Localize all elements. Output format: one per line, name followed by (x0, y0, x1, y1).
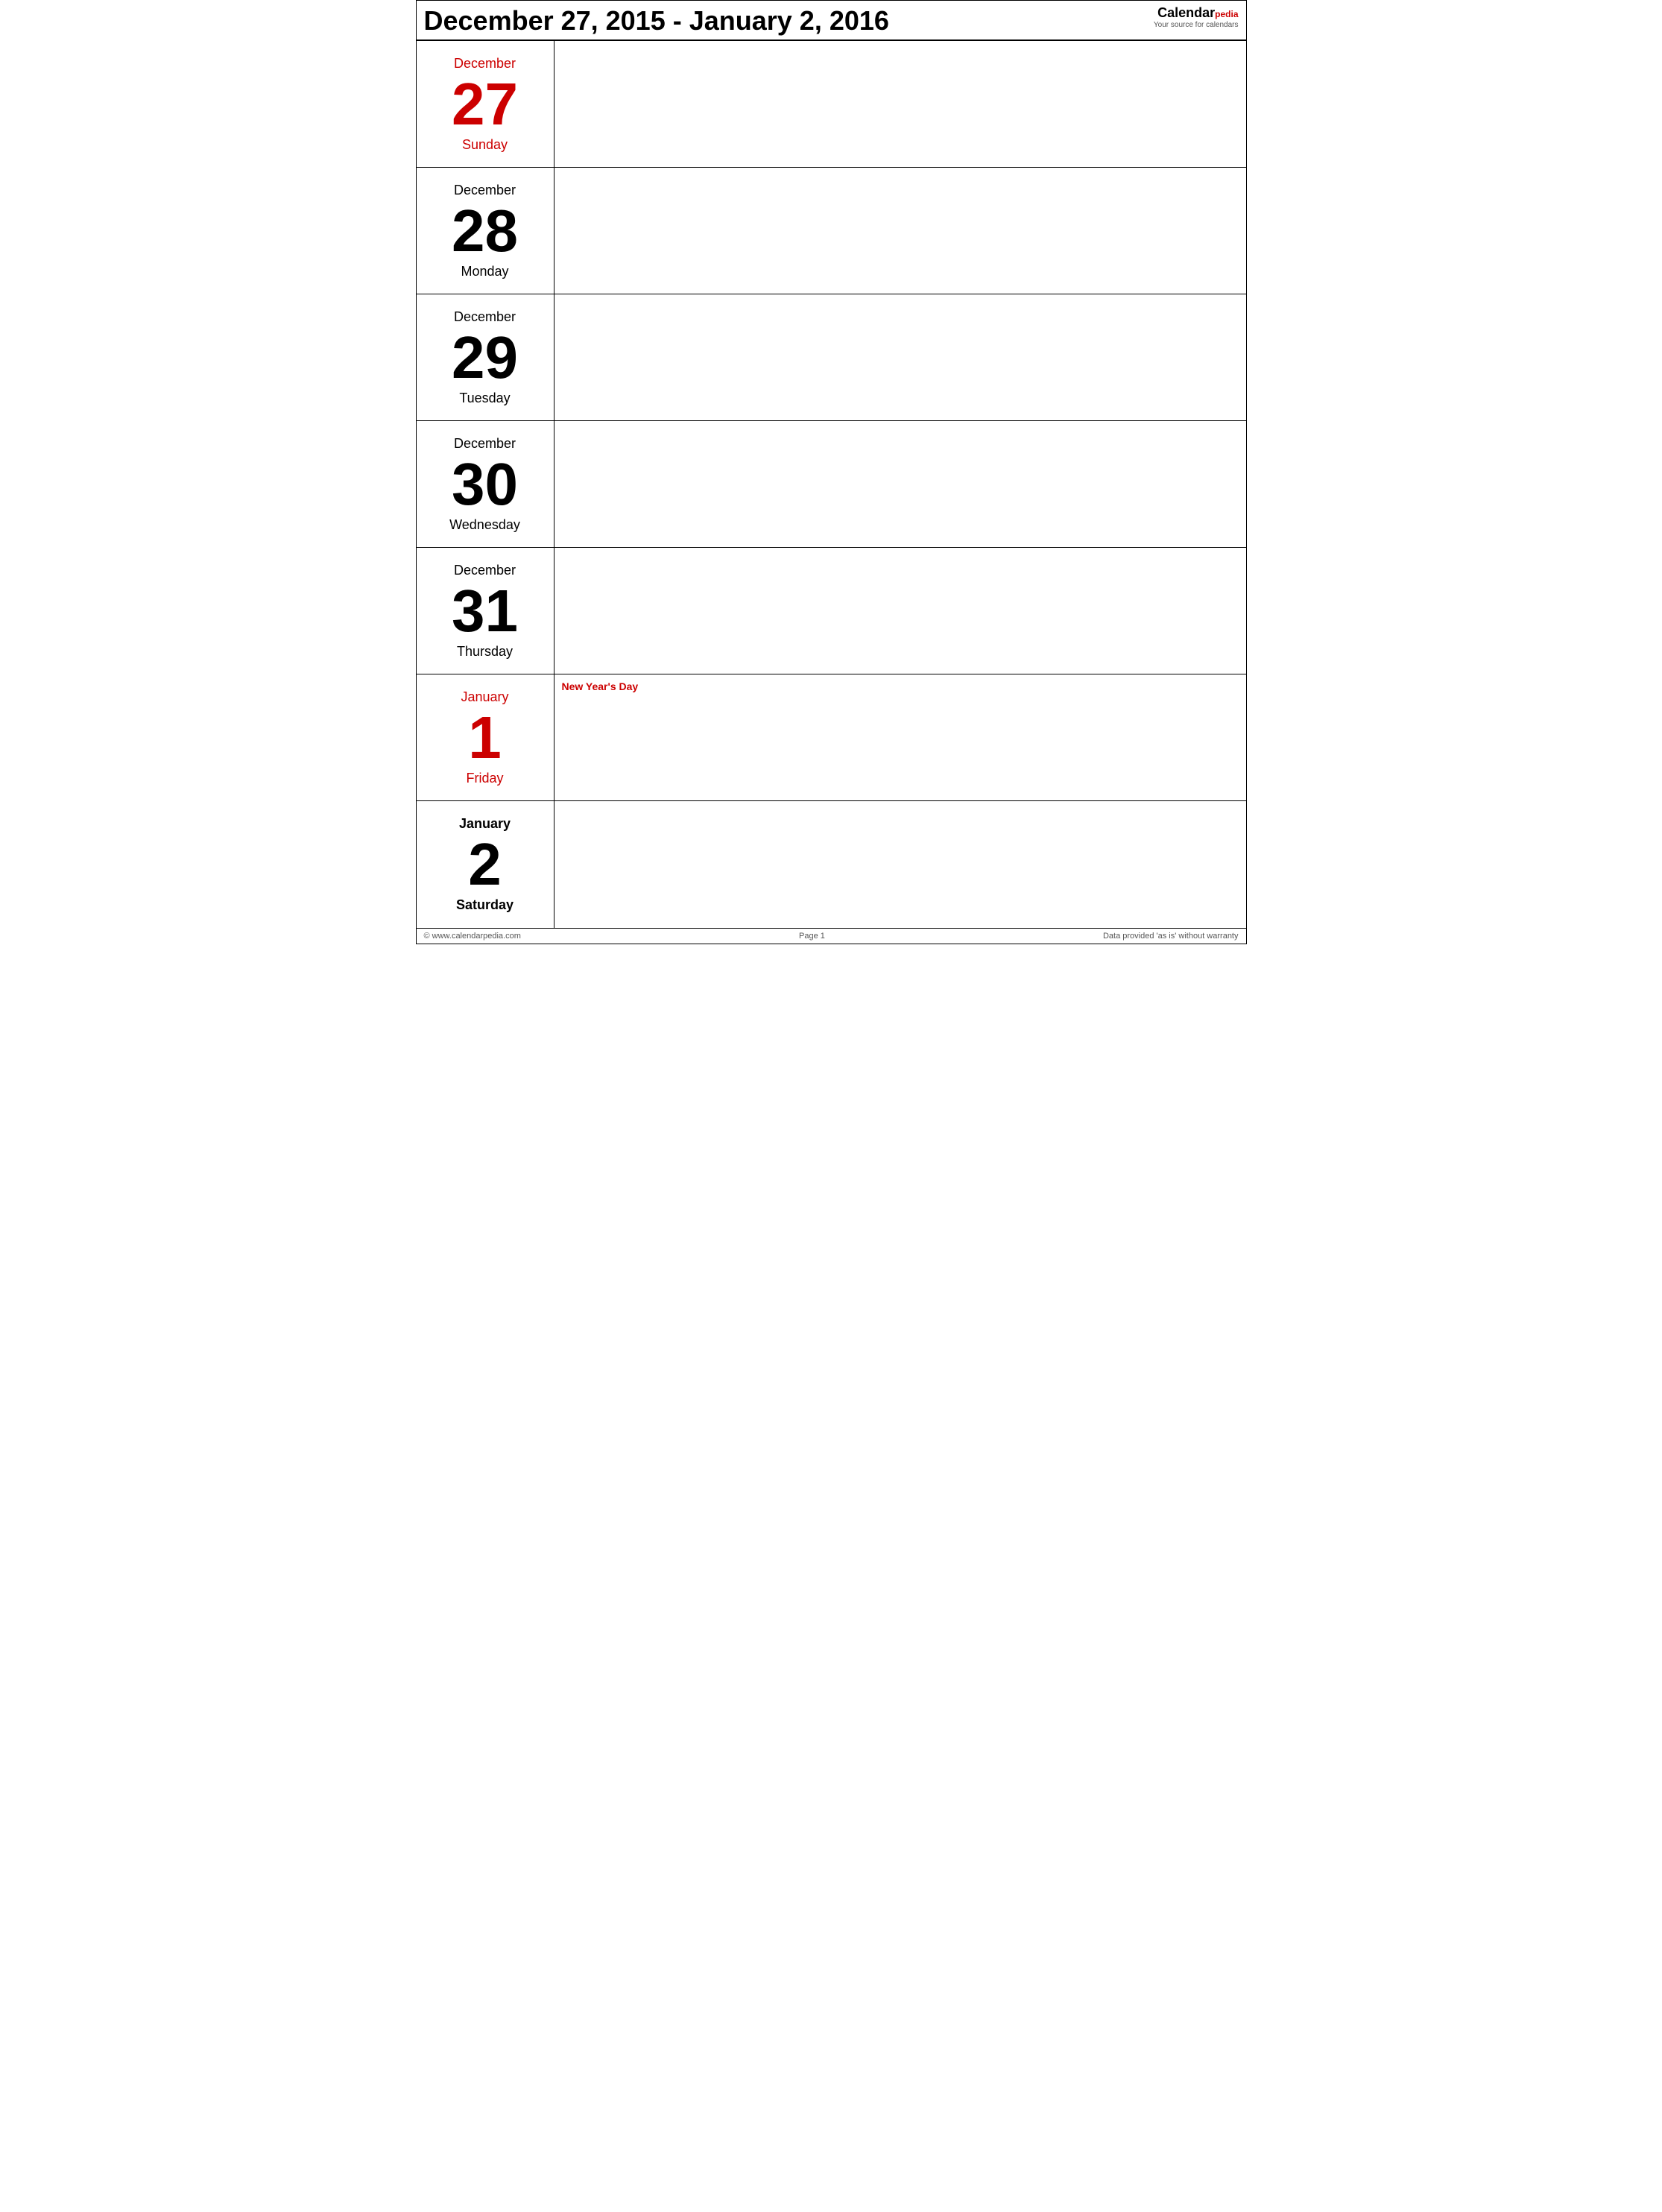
day-label-jan-1: January 1 Friday (417, 674, 554, 800)
day-month-dec-27: December (454, 56, 516, 72)
day-month-dec-31: December (454, 563, 516, 578)
page-container: December 27, 2015 - January 2, 2016 Cale… (416, 0, 1247, 944)
day-row: December 29 Tuesday (417, 294, 1246, 421)
day-weekday-dec-28: Monday (461, 264, 508, 279)
day-label-dec-30: December 30 Wednesday (417, 421, 554, 547)
day-weekday-jan-2: Saturday (456, 897, 514, 913)
day-number-jan-1: 1 (468, 708, 502, 768)
holiday-label-jan-1: New Year's Day (562, 680, 1239, 692)
day-number-dec-28: 28 (452, 201, 518, 261)
day-content-dec-30 (554, 421, 1246, 547)
day-content-dec-31 (554, 548, 1246, 674)
logo-text: Calendarpedia (1154, 5, 1239, 21)
day-content-dec-29 (554, 294, 1246, 420)
day-number-dec-27: 27 (452, 75, 518, 134)
day-row: December 31 Thursday (417, 548, 1246, 674)
day-row: December 28 Monday (417, 168, 1246, 294)
footer-website: © www.calendarpedia.com (424, 932, 521, 941)
day-row: December 30 Wednesday (417, 421, 1246, 548)
logo: Calendarpedia Your source for calendars (1154, 5, 1239, 29)
day-weekday-dec-30: Wednesday (449, 517, 520, 533)
day-number-dec-31: 31 (452, 581, 518, 641)
page-footer: © www.calendarpedia.com Page 1 Data prov… (417, 928, 1246, 944)
day-label-dec-28: December 28 Monday (417, 168, 554, 294)
calendar-body: December27SundayDecember28MondayDecember… (417, 41, 1246, 928)
page-header: December 27, 2015 - January 2, 2016 Cale… (417, 1, 1246, 41)
logo-pedia: pedia (1215, 9, 1238, 19)
day-label-dec-27: December 27 Sunday (417, 41, 554, 167)
day-month-dec-29: December (454, 309, 516, 325)
day-row: December 27 Sunday (417, 41, 1246, 168)
page-title: December 27, 2015 - January 2, 2016 (424, 5, 889, 37)
day-month-jan-2: January (459, 816, 511, 832)
day-month-jan-1: January (461, 689, 508, 705)
day-content-dec-27 (554, 41, 1246, 167)
day-month-dec-30: December (454, 436, 516, 452)
day-label-dec-29: December 29 Tuesday (417, 294, 554, 420)
day-number-dec-30: 30 (452, 455, 518, 514)
day-label-jan-2: January 2 Saturday (417, 801, 554, 928)
footer-disclaimer: Data provided 'as is' without warranty (1103, 932, 1239, 941)
day-content-jan-2 (554, 801, 1246, 928)
day-row: January 1 Friday New Year's Day (417, 674, 1246, 801)
day-weekday-jan-1: Friday (466, 771, 503, 786)
day-weekday-dec-29: Tuesday (459, 391, 510, 406)
footer-page: Page 1 (799, 932, 825, 941)
day-number-dec-29: 29 (452, 328, 518, 388)
day-number-jan-2: 2 (468, 835, 502, 894)
day-content-jan-1: New Year's Day (554, 674, 1246, 800)
logo-calendar: Calendar (1157, 5, 1215, 20)
day-month-dec-28: December (454, 183, 516, 198)
day-row: January 2 Saturday (417, 801, 1246, 928)
day-weekday-dec-27: Sunday (462, 137, 508, 153)
day-content-dec-28 (554, 168, 1246, 294)
day-label-dec-31: December 31 Thursday (417, 548, 554, 674)
logo-tagline: Your source for calendars (1154, 21, 1239, 29)
day-weekday-dec-31: Thursday (457, 644, 513, 660)
